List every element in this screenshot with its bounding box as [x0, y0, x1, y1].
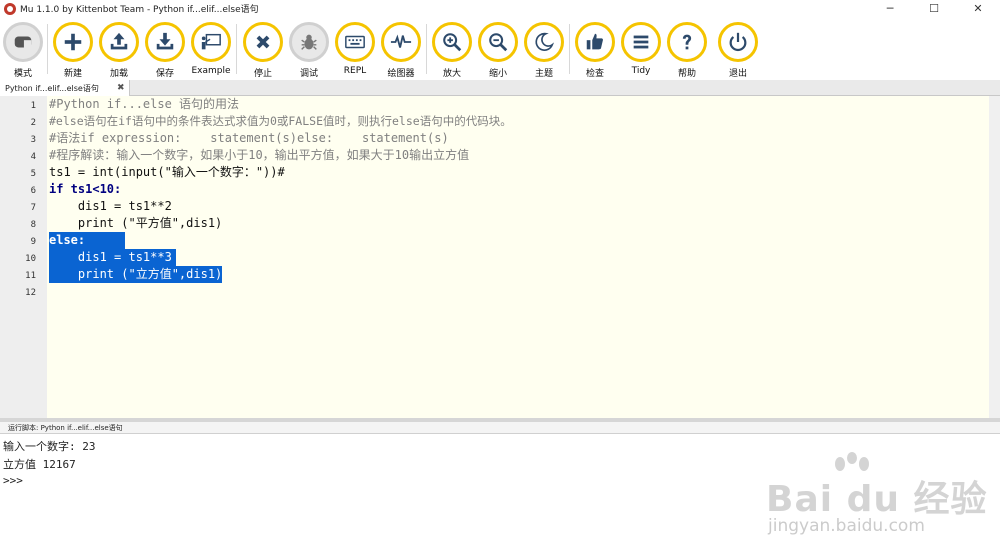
run-panel-header: 运行脚本: Python if...elif...else语句 [0, 422, 1000, 434]
output-line: 输入一个数字: 23 [3, 440, 96, 453]
line-number: 8 [30, 220, 36, 230]
code-editor[interactable]: 1 2 3 4 5 6 7 8 9 10 11 12 #Python if...… [0, 96, 1000, 418]
line-number: 3 [30, 135, 36, 145]
code-line-cube-selected: dis1 = ts1**3 [49, 249, 176, 266]
baidu-watermark-logo: Bai du 经验 [766, 479, 988, 520]
mu-app-icon [4, 3, 16, 15]
tab-label: Python if...elif...else语句 [5, 84, 99, 93]
bug-icon [289, 22, 329, 62]
line-number: 9 [30, 237, 36, 247]
x-icon [243, 22, 283, 62]
line-number: 6 [30, 186, 36, 196]
plotter-button[interactable]: 绘图器 [378, 22, 424, 79]
line-number: 12 [25, 288, 36, 298]
tab-close-icon[interactable]: ✖ [117, 82, 125, 94]
zoom-in-icon [432, 22, 472, 62]
code-line-comment: #Python if...else 语句的用法 [49, 97, 240, 111]
code-line-comment: #语法if expression: statement(s)else: stat… [49, 131, 449, 145]
help-button[interactable]: 帮助 [664, 22, 710, 79]
question-icon [667, 22, 707, 62]
repl-prompt: >>> [3, 474, 30, 487]
theme-button[interactable]: 主题 [521, 22, 567, 79]
plotter-label: 绘图器 [387, 69, 415, 79]
power-icon [718, 22, 758, 62]
moon-icon [524, 22, 564, 62]
line-number: 7 [30, 203, 36, 213]
plus-icon [53, 22, 93, 62]
code-line-print-square: print ("平方值",dis1) [49, 216, 223, 230]
download-icon [145, 22, 185, 62]
code-line-comment: #else语句在if语句中的条件表达式求值为0或FALSE值时，则执行else语… [49, 114, 512, 128]
mode-button[interactable]: 模式 [0, 22, 46, 79]
close-window-button[interactable]: ✕ [956, 0, 1000, 18]
window-title: Mu 1.1.0 by Kittenbot Team - Python if..… [20, 5, 259, 15]
maximize-button[interactable]: ☐ [912, 0, 956, 18]
example-label: Example [191, 66, 231, 76]
line-number: 2 [30, 118, 36, 128]
presentation-icon [191, 22, 231, 62]
code-line-comment: #程序解读：输入一个数字，如果小于10，输出平方值，如果大于10输出立方值 [49, 148, 470, 162]
line-number: 5 [30, 169, 36, 179]
keyboard-icon [335, 22, 375, 62]
example-button[interactable]: Example [188, 22, 234, 78]
editor-vertical-scrollbar[interactable] [989, 96, 1000, 418]
thumbs-up-icon [575, 22, 615, 62]
lines-icon [621, 22, 661, 62]
pulse-icon [381, 22, 421, 62]
upload-icon [99, 22, 139, 62]
toolbar: 模式 新建 加载 保存 Example 停止 调试 REPL 绘图器 放大 缩小… [0, 18, 1000, 80]
quit-label: 退出 [728, 69, 747, 79]
minimize-button[interactable]: ─ [868, 0, 912, 18]
help-label: 帮助 [677, 69, 696, 79]
code-line-else-selected: else: [49, 232, 126, 249]
output-line: 立方值 12167 [3, 458, 76, 471]
line-number: 11 [25, 271, 36, 281]
title-bar: Mu 1.1.0 by Kittenbot Team - Python if..… [0, 0, 1000, 18]
code-line-input: ts1 = int(input("输入一个数字："))# [49, 165, 285, 179]
code-line-print-cube-selected: print ("立方值",dis1) [49, 266, 223, 283]
line-number: 10 [25, 254, 36, 264]
line-number: 1 [30, 101, 36, 111]
theme-label: 主题 [534, 69, 553, 79]
zoom-out-icon [478, 22, 518, 62]
tab-python-file[interactable]: Python if...elif...else语句 ✖ [0, 80, 130, 96]
line-number-gutter: 1 2 3 4 5 6 7 8 9 10 11 12 [0, 96, 47, 418]
code-line-square: dis1 = ts1**2 [49, 199, 172, 213]
tab-bar: Python if...elif...else语句 ✖ [0, 80, 1000, 96]
mode-icon [3, 22, 43, 62]
quit-button[interactable]: 退出 [715, 22, 761, 79]
run-panel-title: 运行脚本: Python if...elif...else语句 [8, 424, 123, 432]
code-line-if: if ts1<10: [49, 182, 122, 196]
line-number: 4 [30, 152, 36, 162]
baidu-watermark-url: jingyan.baidu.com [768, 516, 925, 536]
